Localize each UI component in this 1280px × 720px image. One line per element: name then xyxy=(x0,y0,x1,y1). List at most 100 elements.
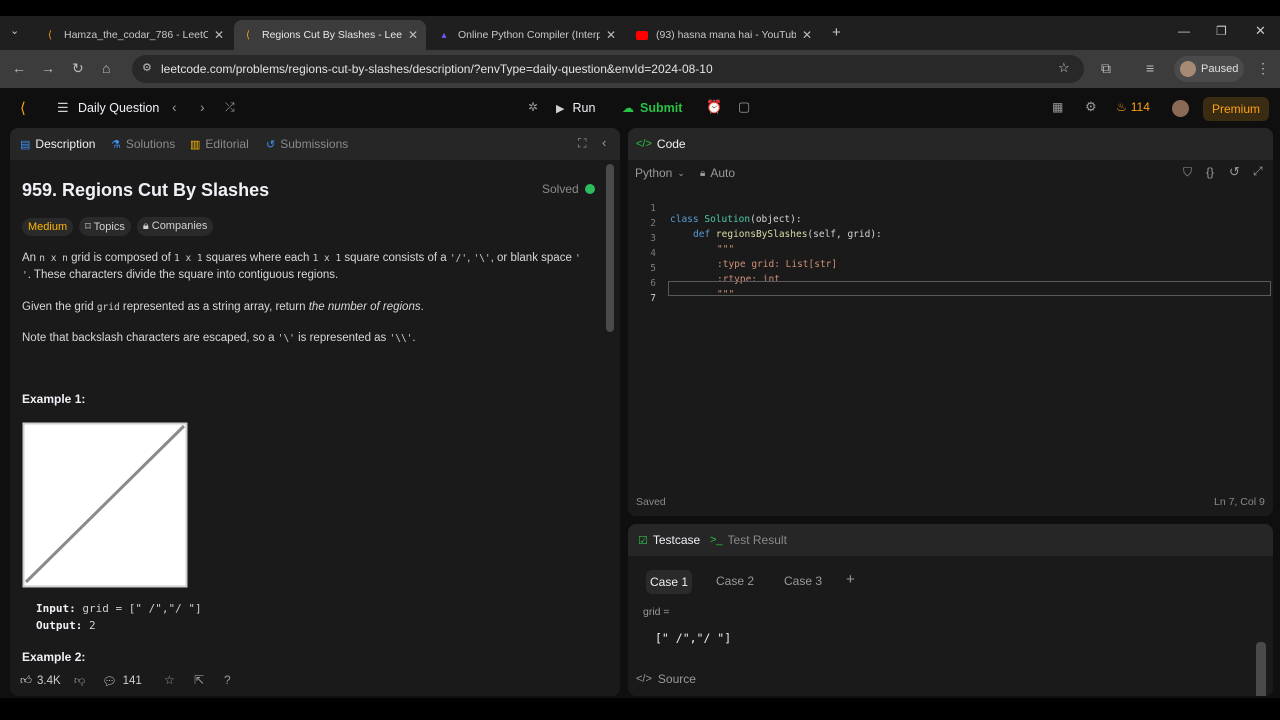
tab-search-icon[interactable]: ⌄ xyxy=(10,24,19,37)
media-icon[interactable]: ≡ xyxy=(1146,60,1154,76)
current-line-highlight xyxy=(668,281,1271,296)
tab-title: Online Python Compiler (Interp xyxy=(458,29,600,41)
browser-toolbar: ← → ↻ ⌂ ⚙ leetcode.com/problems/regions-… xyxy=(0,50,1280,88)
close-window-icon[interactable]: ✕ xyxy=(1255,23,1266,39)
extensions-icon[interactable]: ⧉ xyxy=(1101,60,1111,77)
close-tab-icon[interactable]: ✕ xyxy=(606,28,616,42)
youtube-icon xyxy=(636,29,648,41)
text: . xyxy=(420,301,424,313)
testcase-scrollbar[interactable] xyxy=(1256,642,1266,696)
add-case-icon[interactable]: + xyxy=(846,571,855,588)
code-editor[interactable]: 1 class Solution(object): 2 def regionsB… xyxy=(628,192,1273,482)
user-avatar[interactable] xyxy=(1172,100,1189,117)
case-1-tab[interactable]: Case 1 xyxy=(646,570,692,594)
profile-button[interactable]: Paused xyxy=(1174,56,1244,82)
streak-counter[interactable]: ♨ 114 xyxy=(1116,100,1150,114)
status-text: Solved xyxy=(542,182,579,196)
fullscreen-icon[interactable]: ⤢ xyxy=(1253,164,1263,179)
autocomplete-toggle[interactable]: 🔒︎ Auto xyxy=(700,166,735,180)
debug-icon[interactable]: ✲ xyxy=(528,100,538,114)
premium-button[interactable]: Premium xyxy=(1203,97,1269,121)
share-icon[interactable]: ⇱ xyxy=(194,673,204,687)
close-tab-icon[interactable]: ✕ xyxy=(802,28,812,42)
description-footer: 👍︎ 3.4K 👎︎ 💬︎ 141 ☆ ⇱ ? xyxy=(10,666,620,696)
layout-icon[interactable]: ▦ xyxy=(1052,100,1063,114)
leetcode-logo-icon[interactable]: ⟨ xyxy=(20,99,26,117)
run-button[interactable]: ▶ Run xyxy=(556,97,595,119)
notes-icon[interactable]: ▢ xyxy=(738,99,750,115)
browser-tab-bar: ⌄ ⟨ Hamza_the_codar_786 - LeetCo ✕ ⟨ Reg… xyxy=(0,16,1280,50)
like-button[interactable]: 👍︎ 3.4K xyxy=(20,674,61,688)
problem-list-icon[interactable]: ☰ xyxy=(57,100,69,116)
braces-icon[interactable]: {} xyxy=(1206,165,1214,179)
alarm-icon[interactable]: ⏰ xyxy=(706,99,722,115)
back-icon[interactable]: ← xyxy=(12,60,26,76)
bookmark-star-icon[interactable]: ☆ xyxy=(1058,60,1070,76)
favorite-star-icon[interactable]: ☆ xyxy=(164,673,175,687)
url-text[interactable]: leetcode.com/problems/regions-cut-by-sla… xyxy=(161,62,713,76)
settings-gear-icon[interactable]: ⚙ xyxy=(1085,99,1097,115)
case-2-tab[interactable]: Case 2 xyxy=(716,574,754,588)
close-tab-icon[interactable]: ✕ xyxy=(214,28,224,42)
minimize-icon[interactable]: — xyxy=(1178,24,1190,38)
inline-code: '\' xyxy=(473,253,491,264)
comment-icon: 💬︎ xyxy=(102,676,117,688)
leetcode-icon: ⟨ xyxy=(246,29,250,41)
prev-problem-icon[interactable]: ‹ xyxy=(172,99,177,115)
tab-code[interactable]: </> Code xyxy=(636,137,686,151)
tab-profile[interactable]: ⟨ Hamza_the_codar_786 - LeetCo ✕ xyxy=(36,20,232,50)
tab-label: Code xyxy=(656,137,686,151)
companies-tag[interactable]: 🔒︎ Companies xyxy=(136,217,214,236)
forward-icon[interactable]: → xyxy=(41,60,55,76)
solved-status: Solved xyxy=(542,182,595,196)
help-icon[interactable]: ? xyxy=(224,673,231,687)
flask-icon: ⚗ xyxy=(111,138,121,151)
source-link[interactable]: </> Source xyxy=(636,672,696,686)
next-problem-icon[interactable]: › xyxy=(200,99,205,115)
reset-icon[interactable]: ↺ xyxy=(1229,164,1240,180)
text: grid is composed of xyxy=(71,252,171,264)
tab-youtube[interactable]: (93) hasna mana hai - YouTube ✕ xyxy=(628,20,820,50)
language-select[interactable]: Python ⌄ xyxy=(635,166,685,180)
comments-button[interactable]: 💬︎ 141 xyxy=(102,674,142,688)
description-scrollbar[interactable] xyxy=(606,164,614,332)
site-info-icon[interactable]: ⚙ xyxy=(142,61,152,74)
code-line: 4 :type grid: List[str] xyxy=(628,237,1273,270)
address-bar[interactable]: ⚙ leetcode.com/problems/regions-cut-by-s… xyxy=(132,55,1084,83)
submit-button[interactable]: ☁ Submit xyxy=(622,97,682,119)
menu-icon[interactable]: ⋮ xyxy=(1256,60,1270,77)
tab-python-compiler[interactable]: ▴ Online Python Compiler (Interp ✕ xyxy=(430,20,624,50)
input-value: grid = [" /","/ "] xyxy=(82,602,202,615)
restore-icon[interactable]: ❐ xyxy=(1216,24,1227,38)
maximize-icon[interactable]: ⛶ xyxy=(578,136,586,151)
description-panel: ▤ Description ⚗ Solutions ▥ Editorial ↺ … xyxy=(10,128,620,696)
tab-regions-cut[interactable]: ⟨ Regions Cut By Slashes - LeetC ✕ xyxy=(234,20,426,50)
inline-code: n x n xyxy=(39,253,68,264)
example-1-input: Input: grid = [" /","/ "] xyxy=(36,602,202,615)
new-tab-icon[interactable]: + xyxy=(832,24,841,41)
tab-editorial[interactable]: ▥ Editorial xyxy=(190,137,249,151)
inline-code: grid xyxy=(96,302,120,313)
home-icon[interactable]: ⌂ xyxy=(102,60,110,76)
shuffle-icon[interactable]: ⤮ xyxy=(225,100,235,115)
difficulty-badge: Medium xyxy=(22,217,74,236)
tab-label: Testcase xyxy=(652,533,701,547)
text: , xyxy=(467,252,471,264)
case-3-tab[interactable]: Case 3 xyxy=(784,574,822,588)
close-tab-icon[interactable]: ✕ xyxy=(408,28,418,42)
topics-tag[interactable]: ⌑ Topics xyxy=(79,217,131,236)
tab-label: Description xyxy=(35,137,96,151)
daily-question-link[interactable]: Daily Question xyxy=(78,101,159,115)
thumbs-down-icon[interactable]: 👎︎ xyxy=(74,674,85,687)
mode-label: Auto xyxy=(710,166,736,180)
tab-solutions[interactable]: ⚗ Solutions xyxy=(111,137,175,151)
code-line: 5 :rtype: int xyxy=(628,252,1273,285)
tab-description[interactable]: ▤ Description xyxy=(20,137,95,151)
bookmark-icon[interactable]: ⛉ xyxy=(1183,165,1192,180)
testcase-input[interactable]: [" /","/ "] xyxy=(643,623,1243,653)
reload-icon[interactable]: ↻ xyxy=(72,60,84,77)
tab-submissions[interactable]: ↺ Submissions xyxy=(266,137,348,151)
collapse-icon[interactable]: ‹ xyxy=(602,135,606,150)
tab-testcase[interactable]: ☑ Testcase xyxy=(638,533,700,547)
tab-test-result[interactable]: >_ Test Result xyxy=(710,533,787,547)
